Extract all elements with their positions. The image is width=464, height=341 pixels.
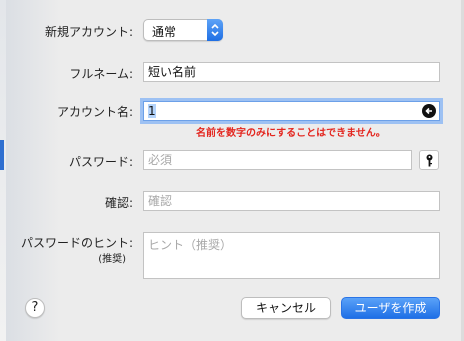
password-placeholder: 必須 <box>148 153 173 167</box>
key-icon <box>426 154 433 167</box>
key-button[interactable] <box>419 150 439 170</box>
up-down-arrows-icon <box>207 19 223 41</box>
full-name-label: フルネーム: <box>69 67 133 81</box>
cancel-button[interactable]: キャンセル <box>241 297 331 319</box>
account-name-label: アカウント名: <box>56 105 133 119</box>
verify-field[interactable]: 確認 <box>143 191 440 211</box>
account-name-value: 1 <box>148 104 156 118</box>
account-type-value: 通常 <box>152 25 177 39</box>
password-label: パスワード: <box>68 155 133 169</box>
hint-label: パスワードのヒント: <box>20 236 133 250</box>
account-type-popup[interactable]: 通常 <box>143 19 223 41</box>
hint-placeholder: ヒント（推奨） <box>148 238 233 252</box>
account-name-field[interactable]: 1 <box>143 101 440 121</box>
selection-edge <box>0 140 4 170</box>
new-account-label: 新規アカウント: <box>44 25 133 39</box>
full-name-value: 短い名前 <box>148 65 197 79</box>
help-button[interactable]: ? <box>25 298 45 318</box>
full-name-field[interactable]: 短い名前 <box>143 62 440 82</box>
hint-sublabel: (推奨) <box>98 254 126 265</box>
hint-field[interactable]: ヒント（推奨） <box>143 232 440 279</box>
clear-circle-icon[interactable] <box>422 104 436 118</box>
create-user-button[interactable]: ユーザを作成 <box>341 297 440 319</box>
left-edge <box>0 0 6 341</box>
password-field[interactable]: 必須 <box>143 150 412 170</box>
verify-placeholder: 確認 <box>148 194 173 208</box>
account-name-error: 名前を数字のみにすることはできません。 <box>196 128 386 139</box>
new-user-sheet: 新規アカウント: 通常 フルネーム: 短い名前 アカウント名: 1 名前を数字の… <box>0 0 464 341</box>
verify-label: 確認: <box>104 196 133 210</box>
